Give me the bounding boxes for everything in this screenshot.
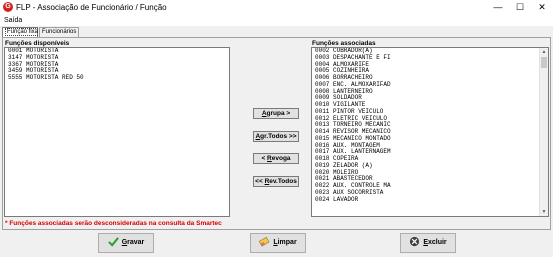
associated-functions-list[interactable]: 0002 COBRADOR(A) 0003 DESPACHANTE E FI 000… — [311, 47, 549, 217]
eraser-icon — [259, 236, 270, 247]
gravar-button[interactable]: Gravar — [98, 233, 154, 253]
title-bar: G FLP - Associação de Funcionário / Funç… — [0, 0, 553, 15]
associated-list-scrollbar[interactable]: ▲ ▼ — [539, 48, 548, 216]
revoga-label: evoga — [271, 155, 291, 162]
menu-bar: Saída — [0, 15, 553, 26]
smartec-warning-note: * Funções associadas serão desconsiderad… — [5, 220, 222, 227]
rev-todos-label: ev.Todos — [269, 178, 297, 185]
tab-funcionarios[interactable]: Funcionários — [39, 27, 79, 37]
tab-funcao-fixa[interactable]: Função fixa — [2, 27, 41, 37]
limpar-button[interactable]: Limpar — [250, 233, 306, 253]
excluir-button[interactable]: Excluir — [400, 233, 456, 253]
agr-todos-button[interactable]: Agr.Todos >> — [253, 131, 299, 142]
rev-todos-button[interactable]: << Rev.Todos — [253, 176, 299, 187]
window-title: FLP - Associação de Funcionário / Função — [16, 3, 167, 12]
agrupa-button[interactable]: Agrupa > — [253, 108, 299, 119]
menu-item-saida[interactable]: Saída — [4, 16, 22, 25]
app-logo-icon: G — [3, 2, 13, 12]
agrupa-label: grupa > — [266, 110, 291, 117]
revoga-button[interactable]: < Revoga — [253, 153, 299, 164]
close-button[interactable]: ✕ — [531, 0, 553, 15]
minimize-button[interactable]: — — [487, 0, 509, 15]
tab-label: Funcionários — [42, 29, 77, 35]
delete-icon — [410, 236, 420, 246]
gravar-label: ravar — [127, 239, 145, 246]
scroll-down-icon[interactable]: ▼ — [540, 208, 548, 216]
list-item[interactable]: 0024 LAVADOR — [312, 196, 548, 204]
rev-todos-prefix: << — [255, 178, 265, 185]
checkmark-icon — [107, 236, 119, 247]
scroll-up-icon[interactable]: ▲ — [540, 48, 548, 56]
limpar-label: impar — [277, 239, 297, 246]
agr-todos-label: gr.Todos >> — [260, 133, 297, 140]
scroll-thumb[interactable] — [541, 57, 547, 68]
excluir-label: xcluir — [427, 239, 447, 246]
maximize-button[interactable]: ☐ — [509, 0, 531, 15]
list-item[interactable]: 5555 MOTORISTA RED 50 — [5, 74, 229, 82]
available-functions-list[interactable]: 0001 MOTORISTA 3147 MOTORISTA 3367 MOTORIS… — [4, 47, 230, 217]
tab-label: Função fixa — [5, 28, 41, 36]
